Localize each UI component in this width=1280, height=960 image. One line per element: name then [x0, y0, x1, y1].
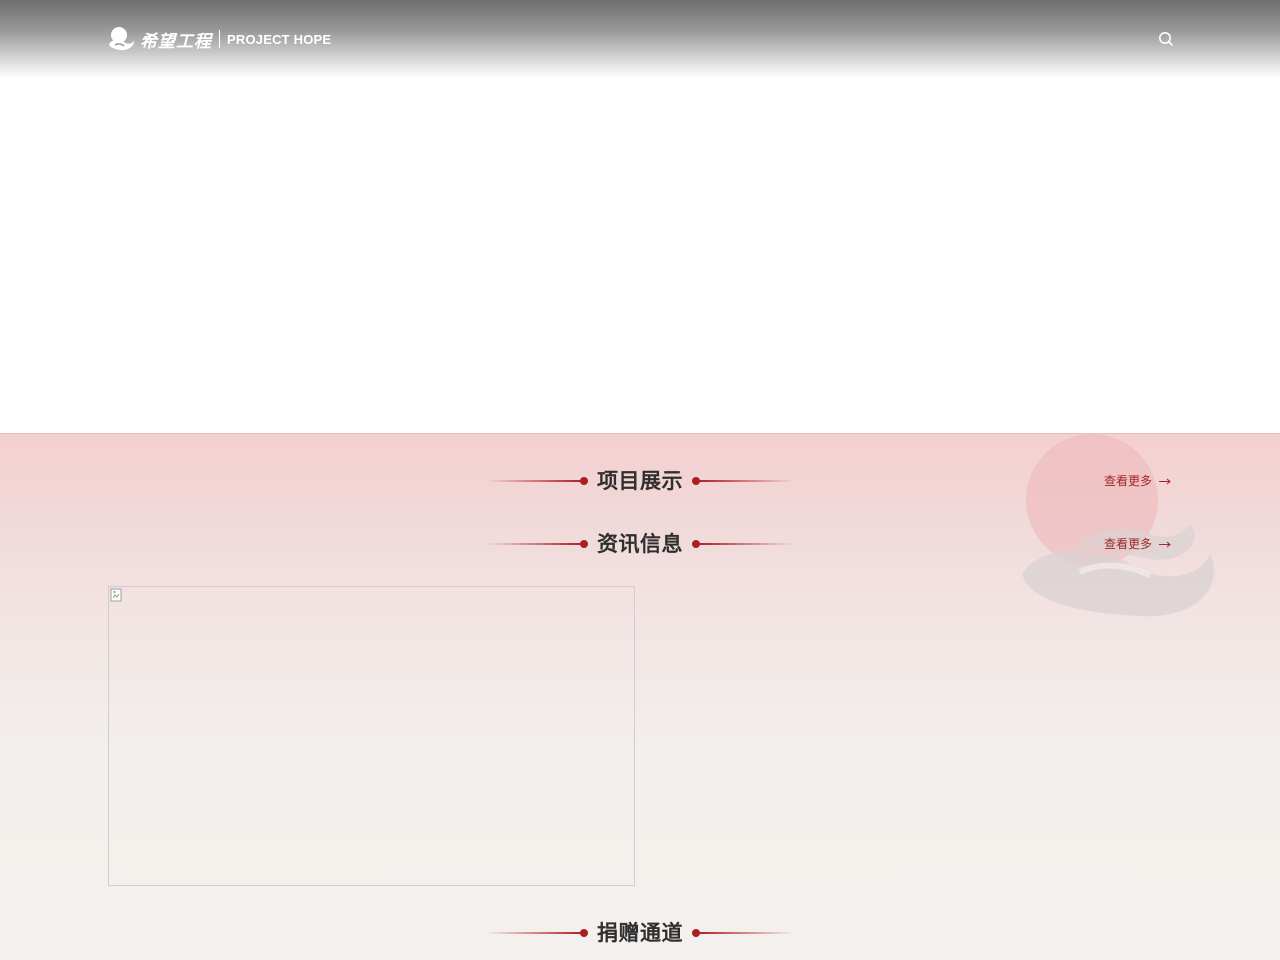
divider-line: [698, 543, 794, 545]
logo-english-text: PROJECT HOPE: [227, 31, 332, 47]
project-hope-logo-icon: [109, 27, 135, 51]
divider-line: [486, 932, 582, 934]
divider-dot: [580, 540, 588, 548]
divider-line: [698, 480, 794, 482]
arrow-right-icon: [1159, 478, 1171, 485]
divider-line: [698, 932, 794, 934]
divider-dot: [580, 477, 588, 485]
view-more-label: 查看更多: [1104, 474, 1153, 488]
site-logo[interactable]: 希望工程 PROJECT HOPE: [106, 24, 331, 54]
divider-line: [486, 543, 582, 545]
view-more-link[interactable]: 查看更多: [1104, 536, 1172, 552]
section-title: 捐赠通道: [597, 921, 683, 945]
search-icon[interactable]: [1156, 29, 1176, 49]
section-title: 资讯信息: [597, 532, 683, 556]
section-donation: 捐赠通道: [0, 918, 1280, 948]
view-more-label: 查看更多: [1104, 537, 1153, 551]
broken-image-icon: [110, 588, 122, 602]
section-title: 项目展示: [597, 469, 683, 493]
logo-divider: [219, 30, 220, 48]
logo-chinese-text: 希望工程: [140, 31, 212, 52]
news-image[interactable]: [108, 586, 635, 886]
view-more-link[interactable]: 查看更多: [1104, 473, 1172, 489]
site-header: 希望工程 PROJECT HOPE: [0, 0, 1280, 78]
divider-line: [486, 480, 582, 482]
section-project-showcase: 项目展示 查看更多: [0, 466, 1280, 496]
arrow-right-icon: [1159, 541, 1171, 548]
page: 希望工程 PROJECT HOPE 项目展示 查看更多 资讯信息 查看更多 捐赠…: [0, 0, 1280, 960]
content-area: 项目展示 查看更多 资讯信息 查看更多 捐赠通道: [0, 433, 1280, 960]
divider-dot: [580, 929, 588, 937]
section-news: 资讯信息 查看更多: [0, 529, 1280, 559]
